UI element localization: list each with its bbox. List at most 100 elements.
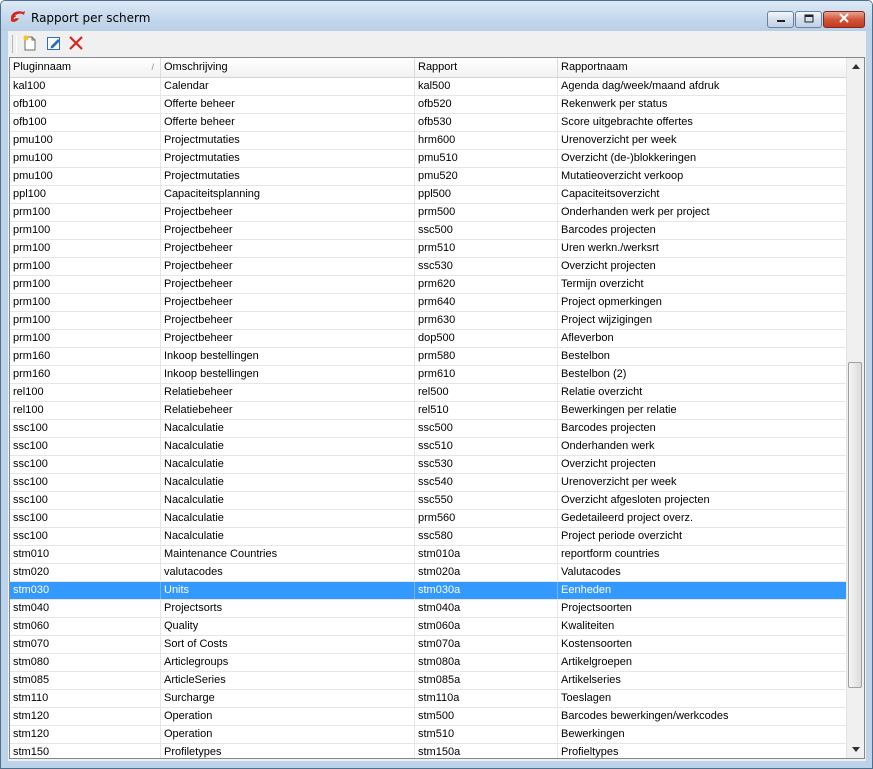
table-row[interactable]: ssc100 Nacalculatie ssc500 Barcodes project…: [10, 420, 848, 438]
table-row[interactable]: prm100 Projectbeheer prm620 Termijn overzic…: [10, 276, 848, 294]
cell-pluginnaam: stm010: [10, 546, 161, 563]
cell-rapportnaam: Score uitgebrachte offertes: [558, 114, 848, 131]
table-row[interactable]: stm110 Surcharge stm110a Toeslagen: [10, 690, 848, 708]
cell-pluginnaam: pmu100: [10, 150, 161, 167]
cell-pluginnaam: kal100: [10, 78, 161, 95]
table-row[interactable]: prm100 Projectbeheer prm640 Project opmerki…: [10, 294, 848, 312]
cell-rapport: pmu520: [415, 168, 558, 185]
delete-button[interactable]: [66, 34, 86, 54]
vertical-scrollbar[interactable]: [846, 58, 864, 758]
scrollbar-thumb[interactable]: [848, 362, 862, 688]
table-row[interactable]: prm100 Projectbeheer ssc530 Overzicht proje…: [10, 258, 848, 276]
cell-rapportnaam: Project opmerkingen: [558, 294, 848, 311]
table-row[interactable]: stm010 Maintenance Countries stm010a report…: [10, 546, 848, 564]
column-header-rapportnaam[interactable]: Rapportnaam: [558, 58, 848, 77]
column-header-omschrijving[interactable]: Omschrijving: [161, 58, 415, 77]
cell-pluginnaam: prm100: [10, 258, 161, 275]
cell-rapport: hrm600: [415, 132, 558, 149]
table-row[interactable]: ssc100 Nacalculatie ssc580 Project periode …: [10, 528, 848, 546]
table-row[interactable]: stm150 Profiletypes stm150a Profieltypes: [10, 744, 848, 758]
cell-rapportnaam: Urenoverzicht per week: [558, 474, 848, 491]
table-row[interactable]: stm120 Operation stm500 Barcodes bewerkinge…: [10, 708, 848, 726]
column-header-rapport[interactable]: Rapport: [415, 58, 558, 77]
cell-pluginnaam: rel100: [10, 402, 161, 419]
table-row[interactable]: stm060 Quality stm060a Kwaliteiten: [10, 618, 848, 636]
table-row[interactable]: ofb100 Offerte beheer ofb530 Score uitgebra…: [10, 114, 848, 132]
cell-rapportnaam: Overzicht afgesloten projecten: [558, 492, 848, 509]
table-row[interactable]: stm120 Operation stm510 Bewerkingen: [10, 726, 848, 744]
cell-rapportnaam: Toeslagen: [558, 690, 848, 707]
scroll-down-icon: [851, 745, 860, 754]
table-row[interactable]: stm085 ArticleSeries stm085a Artikelseries: [10, 672, 848, 690]
table-row[interactable]: prm160 Inkoop bestellingen prm610 Bestelbon…: [10, 366, 848, 384]
toolbar: [8, 31, 866, 57]
cell-rapportnaam: Afleverbon: [558, 330, 848, 347]
cell-rapportnaam: Project periode overzicht: [558, 528, 848, 545]
cell-pluginnaam: ssc100: [10, 420, 161, 437]
cell-omschrijving: Operation: [161, 708, 415, 725]
cell-omschrijving: Maintenance Countries: [161, 546, 415, 563]
cell-rapportnaam: Urenoverzicht per week: [558, 132, 848, 149]
cell-rapportnaam: reportform countries: [558, 546, 848, 563]
table-row[interactable]: ssc100 Nacalculatie ssc510 Onderhanden werk: [10, 438, 848, 456]
table-row[interactable]: stm020 valutacodes stm020a Valutacodes: [10, 564, 848, 582]
table-row[interactable]: stm070 Sort of Costs stm070a Kostensoorten: [10, 636, 848, 654]
cell-rapportnaam: Kostensoorten: [558, 636, 848, 653]
minimize-button[interactable]: [767, 11, 794, 28]
cell-omschrijving: Projectmutaties: [161, 132, 415, 149]
cell-pluginnaam: ssc100: [10, 492, 161, 509]
cell-rapportnaam: Onderhanden werk: [558, 438, 848, 455]
scroll-down-button[interactable]: [847, 741, 864, 758]
close-button[interactable]: [823, 11, 865, 28]
cell-rapportnaam: Rekenwerk per status: [558, 96, 848, 113]
title-bar[interactable]: Rapport per scherm: [1, 1, 872, 31]
grid-rows: kal100 Calendar kal500 Agenda dag/week/maan…: [10, 78, 848, 758]
toolbar-grip[interactable]: [12, 35, 17, 53]
maximize-button[interactable]: [795, 11, 822, 28]
table-row[interactable]: pmu100 Projectmutaties pmu510 Overzicht (de…: [10, 150, 848, 168]
cell-pluginnaam: pmu100: [10, 168, 161, 185]
new-document-icon: [22, 35, 38, 54]
cell-rapport: prm500: [415, 204, 558, 221]
cell-rapport: prm610: [415, 366, 558, 383]
table-row[interactable]: stm080 Articlegroups stm080a Artikelgroepen: [10, 654, 848, 672]
cell-omschrijving: Projectbeheer: [161, 294, 415, 311]
table-row[interactable]: stm040 Projectsorts stm040a Projectsoorten: [10, 600, 848, 618]
table-row[interactable]: rel100 Relatiebeheer rel500 Relatie overzic…: [10, 384, 848, 402]
table-row[interactable]: prm100 Projectbeheer prm630 Project wijzigi…: [10, 312, 848, 330]
cell-rapportnaam: Artikelgroepen: [558, 654, 848, 671]
table-row[interactable]: pmu100 Projectmutaties pmu520 Mutatieoverzi…: [10, 168, 848, 186]
table-row[interactable]: ppl100 Capaciteitsplanning ppl500 Capacitei…: [10, 186, 848, 204]
cell-pluginnaam: prm160: [10, 366, 161, 383]
cell-rapportnaam: Termijn overzicht: [558, 276, 848, 293]
new-button[interactable]: [20, 34, 40, 54]
cell-rapport: ssc510: [415, 438, 558, 455]
cell-pluginnaam: stm120: [10, 708, 161, 725]
edit-icon: [46, 35, 62, 54]
cell-pluginnaam: ppl100: [10, 186, 161, 203]
table-row-selected[interactable]: stm030 Units stm030a Eenheden: [10, 582, 848, 600]
table-row[interactable]: ssc100 Nacalculatie ssc530 Overzicht projec…: [10, 456, 848, 474]
report-grid[interactable]: Pluginnaam / Omschrijving Rapport Rappor…: [9, 57, 865, 759]
scroll-up-button[interactable]: [847, 58, 864, 75]
table-row[interactable]: prm100 Projectbeheer prm510 Uren werkn./wer…: [10, 240, 848, 258]
table-row[interactable]: prm100 Projectbeheer prm500 Onderhanden wer…: [10, 204, 848, 222]
cell-pluginnaam: ssc100: [10, 456, 161, 473]
table-row[interactable]: ofb100 Offerte beheer ofb520 Rekenwerk per …: [10, 96, 848, 114]
cell-pluginnaam: stm070: [10, 636, 161, 653]
table-row[interactable]: kal100 Calendar kal500 Agenda dag/week/maan…: [10, 78, 848, 96]
table-row[interactable]: rel100 Relatiebeheer rel510 Bewerkingen per…: [10, 402, 848, 420]
table-row[interactable]: ssc100 Nacalculatie prm560 Gedetaileerd pro…: [10, 510, 848, 528]
cell-rapport: ofb530: [415, 114, 558, 131]
cell-omschrijving: Articlegroups: [161, 654, 415, 671]
table-row[interactable]: ssc100 Nacalculatie ssc540 Urenoverzicht pe…: [10, 474, 848, 492]
column-header-pluginnaam[interactable]: Pluginnaam /: [10, 58, 161, 77]
cell-rapport: prm560: [415, 510, 558, 527]
edit-button[interactable]: [44, 34, 64, 54]
table-row[interactable]: prm100 Projectbeheer ssc500 Barcodes projec…: [10, 222, 848, 240]
table-row[interactable]: pmu100 Projectmutaties hrm600 Urenoverzicht…: [10, 132, 848, 150]
table-row[interactable]: prm100 Projectbeheer dop500 Afleverbon: [10, 330, 848, 348]
table-row[interactable]: prm160 Inkoop bestellingen prm580 Bestelbon: [10, 348, 848, 366]
table-row[interactable]: ssc100 Nacalculatie ssc550 Overzicht afgesl…: [10, 492, 848, 510]
cell-pluginnaam: stm040: [10, 600, 161, 617]
